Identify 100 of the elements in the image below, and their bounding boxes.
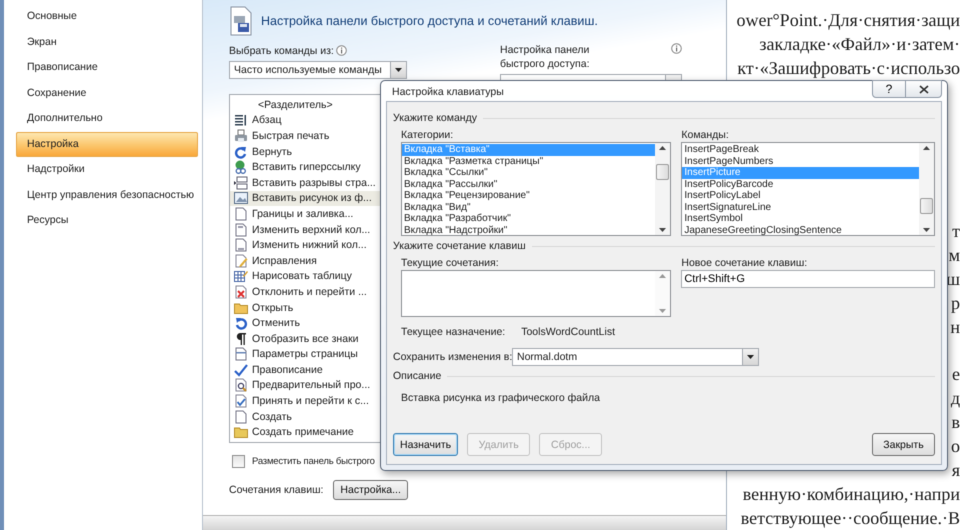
document-printer-icon bbox=[229, 6, 253, 36]
command-item[interactable]: Отклонить и перейти ... bbox=[230, 284, 478, 300]
sidebar-item[interactable]: Экран bbox=[16, 30, 198, 55]
dropdown-arrow-icon bbox=[747, 355, 754, 359]
command-item[interactable]: InsertPolicyLabel bbox=[682, 190, 919, 202]
save-in-dropdown[interactable]: Normal.dotm bbox=[512, 348, 759, 366]
commands-source-dropdown[interactable]: Часто используемые команды bbox=[229, 61, 407, 79]
document-text: д bbox=[950, 387, 960, 410]
close-button[interactable] bbox=[906, 80, 942, 98]
scrollbar[interactable] bbox=[655, 271, 670, 316]
document-text: кт·«Зашифровать·с·использо bbox=[737, 57, 960, 80]
group-heading: Описание bbox=[393, 370, 442, 382]
document-text: ower°Point.·Для·снятия·защи bbox=[736, 9, 960, 32]
save-in-label: Сохранить изменения в: bbox=[393, 351, 512, 363]
table-icon bbox=[234, 269, 248, 284]
lines-icon bbox=[234, 113, 248, 128]
sidebar-item[interactable]: Дополнительно bbox=[16, 106, 198, 132]
page-break-icon bbox=[234, 176, 248, 190]
category-item[interactable]: Вкладка "Надстройки" bbox=[402, 224, 656, 235]
command-item[interactable]: JapaneseGreetingClosingSentence bbox=[682, 224, 919, 235]
scroll-down-icon bbox=[659, 309, 666, 313]
pencil-page-icon bbox=[234, 254, 248, 268]
page-icon bbox=[234, 238, 248, 252]
choose-label: Выбрать команды из: bbox=[229, 44, 334, 56]
sidebar-item[interactable]: Правописание bbox=[16, 55, 198, 80]
sidebar-item[interactable]: Ресурсы bbox=[16, 208, 198, 234]
sidebar-item[interactable]: Надстройки bbox=[16, 157, 198, 182]
help-button[interactable]: ? bbox=[872, 80, 906, 98]
assigned-label: Текущее назначение: bbox=[401, 326, 506, 338]
panel-title: Настройка панели быстрого доступа и сочетаний клавиш. bbox=[261, 14, 598, 28]
customize-button[interactable]: Настройка... bbox=[333, 480, 408, 500]
dropdown-arrow-icon bbox=[395, 68, 402, 72]
globe-icon bbox=[234, 160, 248, 174]
command-item[interactable]: InsertPolicyBarcode bbox=[682, 178, 919, 190]
current-keys-label: Текущие сочетания: bbox=[401, 257, 500, 270]
magnifier-icon bbox=[234, 378, 248, 392]
command-item[interactable]: InsertSymbol bbox=[682, 213, 919, 224]
category-item[interactable]: Вкладка "Ссылки" bbox=[402, 167, 656, 178]
dialog-title: Настройка клавиатуры bbox=[391, 85, 504, 98]
toolbar-scope-label: Настройка панели быстрого доступа: bbox=[500, 43, 590, 71]
check-icon bbox=[234, 362, 248, 377]
pilcrow-icon bbox=[234, 332, 248, 346]
new-shortcut-field[interactable]: Ctrl+Shift+G bbox=[681, 270, 935, 288]
scrollbar[interactable] bbox=[919, 143, 934, 235]
category-item[interactable]: Вкладка "Разметка страницы" bbox=[402, 156, 656, 167]
document-text: закладке·«Файл»·и·затем· bbox=[759, 33, 960, 56]
document-text: т bbox=[952, 220, 960, 243]
group-heading: Укажите команду bbox=[393, 112, 477, 124]
close-dialog-button[interactable]: Закрыть bbox=[872, 433, 935, 456]
scroll-up-icon bbox=[923, 146, 930, 150]
dialog-button[interactable]: Назначить bbox=[393, 433, 458, 456]
command-item[interactable]: InsertSignatureLine bbox=[682, 202, 919, 213]
sidebar-item[interactable]: Центр управления безопасностью bbox=[16, 182, 198, 208]
page-icon bbox=[234, 347, 248, 362]
page-icon bbox=[234, 206, 248, 221]
document-text: р bbox=[951, 292, 960, 315]
check-page-icon bbox=[234, 394, 248, 408]
checkbox-label: Разместить панель быстрого bbox=[252, 456, 375, 467]
command-item[interactable]: Создать bbox=[230, 408, 478, 424]
new-keys-label: Новое сочетание клавиш: bbox=[681, 257, 808, 270]
page-icon bbox=[234, 222, 248, 237]
scroll-down-icon bbox=[659, 228, 666, 232]
command-item[interactable]: Открыть bbox=[230, 300, 478, 316]
command-item[interactable]: InsertPageNumbers bbox=[682, 156, 919, 167]
undo-icon bbox=[234, 316, 248, 330]
redo-icon bbox=[234, 144, 248, 159]
category-item[interactable]: Вкладка "Разработчик" bbox=[402, 213, 656, 224]
categories-label: Категории: bbox=[401, 129, 454, 142]
document-text: я bbox=[952, 459, 960, 482]
folder-icon bbox=[234, 300, 248, 315]
sidebar-item[interactable]: Настройка bbox=[16, 132, 198, 157]
checkbox[interactable] bbox=[232, 455, 245, 468]
shortcuts-label: Сочетания клавиш: bbox=[229, 484, 324, 496]
category-item[interactable]: Вкладка "Рассылки" bbox=[402, 178, 656, 190]
assigned-value: ToolsWordCountList bbox=[521, 326, 615, 338]
reject-icon bbox=[234, 284, 248, 299]
sidebar-item[interactable]: Сохранение bbox=[16, 80, 198, 106]
scroll-thumb[interactable] bbox=[656, 164, 670, 180]
command-item[interactable]: InsertPageBreak bbox=[682, 144, 919, 156]
document-text: н bbox=[950, 316, 960, 339]
scroll-up-icon bbox=[659, 146, 666, 150]
commands-label: Команды: bbox=[681, 129, 730, 142]
description-text: Вставка рисунка из графического файла bbox=[400, 392, 601, 404]
document-text: м bbox=[948, 244, 960, 267]
sidebar-item[interactable]: Основные bbox=[16, 4, 198, 30]
document-text: в bbox=[952, 411, 960, 434]
scroll-up-icon bbox=[659, 274, 666, 278]
document-text: о bbox=[951, 435, 960, 458]
scroll-thumb[interactable] bbox=[920, 198, 933, 214]
group-heading: Укажите сочетание клавиш bbox=[393, 240, 526, 252]
document-text: венную·комбинацию,·напри bbox=[742, 483, 960, 506]
page-icon bbox=[234, 410, 248, 424]
command-item[interactable]: Нарисовать таблицу bbox=[230, 268, 478, 284]
picture-icon bbox=[234, 191, 248, 206]
close-icon bbox=[918, 84, 928, 94]
printer-icon bbox=[234, 128, 248, 143]
scrollbar[interactable] bbox=[655, 143, 670, 235]
folder-icon bbox=[234, 425, 248, 440]
info-icon bbox=[336, 45, 347, 56]
info-icon bbox=[671, 43, 682, 54]
